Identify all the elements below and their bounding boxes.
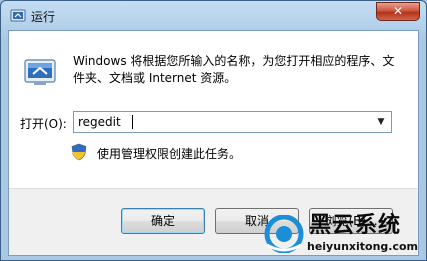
open-combobox[interactable]: ▼ — [73, 111, 392, 133]
watermark-url: heiyunxitong.com — [307, 240, 418, 253]
close-button[interactable]: ✕ — [376, 2, 420, 21]
run-dialog-window: 运行 ✕ Windows 将根据您所输入的名称，为您打开相应的程序、文件夹、文档… — [0, 0, 427, 261]
watermark-title: 黑云系统 — [309, 213, 402, 238]
chevron-down-icon[interactable]: ▼ — [371, 112, 391, 132]
admin-note: 使用管理权限创建此任务。 — [97, 147, 242, 161]
window-title: 运行 — [31, 10, 56, 24]
watermark-logo-icon — [264, 215, 304, 253]
close-icon: ✕ — [392, 4, 404, 18]
watermark: 黑云系统 heiyunxitong.com — [259, 211, 419, 257]
uac-shield-icon — [71, 143, 87, 161]
description-text: Windows 将根据您所输入的名称，为您打开相应的程序、文件夹、文档或 Int… — [73, 54, 395, 85]
open-label: 打开(O): — [20, 117, 67, 131]
text-caret — [132, 115, 133, 129]
ok-button[interactable]: 确定 — [121, 208, 205, 234]
run-app-icon — [24, 59, 56, 85]
open-input[interactable] — [74, 112, 370, 132]
run-icon — [10, 9, 26, 22]
title-bar[interactable]: 运行 ✕ — [1, 1, 426, 31]
